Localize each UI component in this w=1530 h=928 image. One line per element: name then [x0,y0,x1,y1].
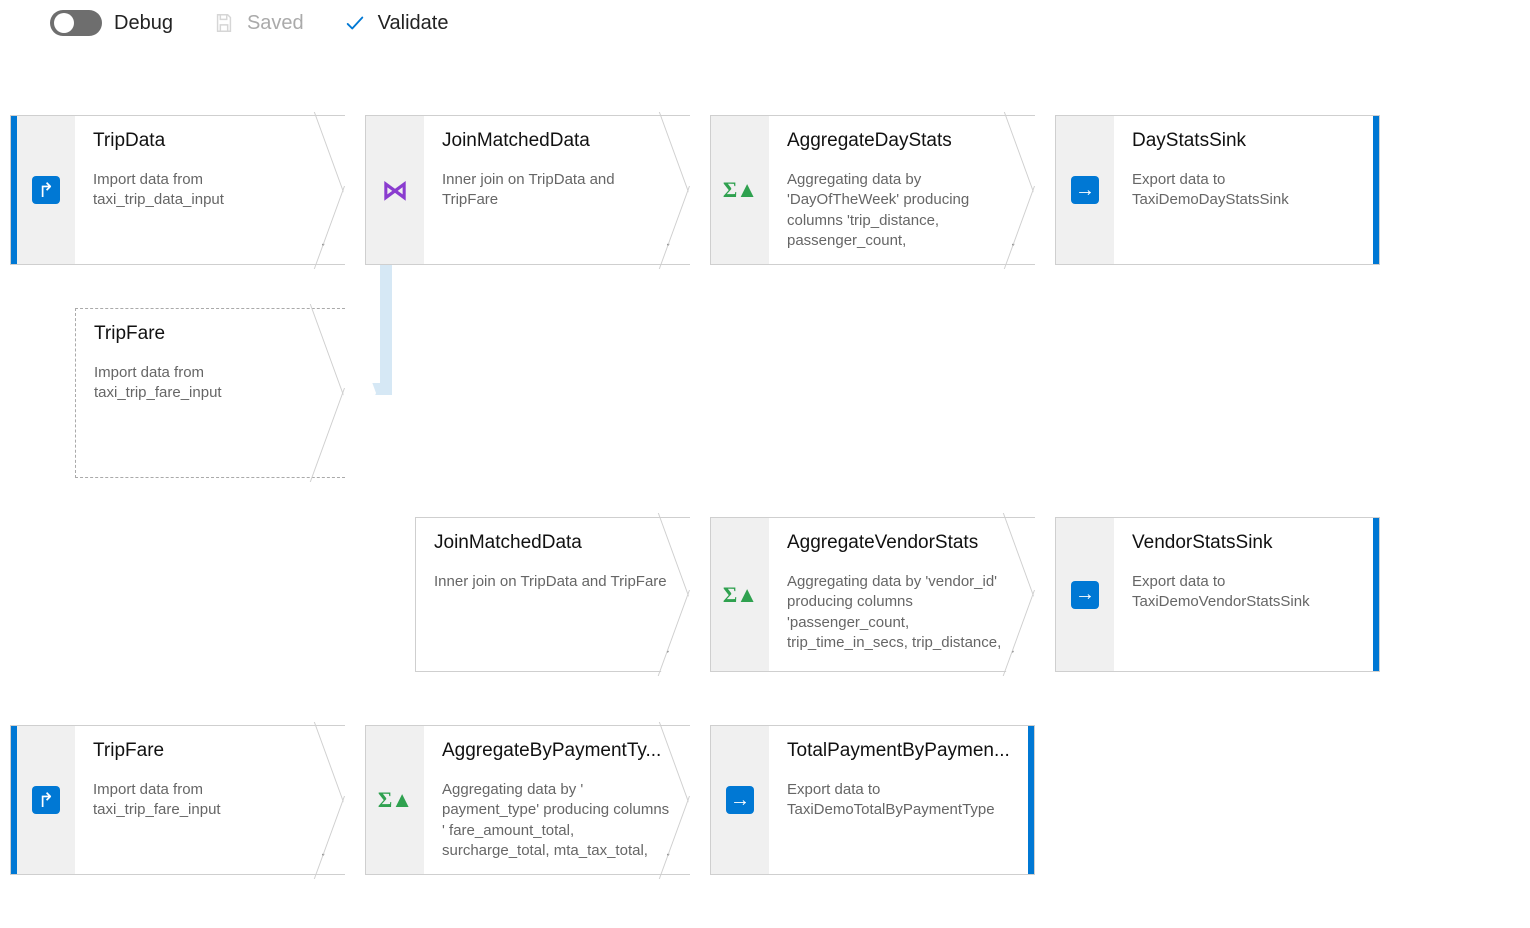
debug-toggle[interactable]: Debug [50,10,173,36]
validate-label: Validate [378,12,449,35]
add-transform-button[interactable]: + [666,232,679,258]
add-transform-button[interactable]: + [321,232,334,258]
sink-icon [1056,116,1114,264]
validate-button[interactable]: Validate [344,12,449,35]
node-title: TotalPaymentByPaymen... [787,740,1010,762]
node-title: AggregateByPaymentTy... [442,740,671,762]
add-transform-button[interactable]: + [1011,232,1024,258]
aggregate-icon: Σ▲ [366,726,424,874]
node-aggpayment[interactable]: Σ▲ AggregateByPaymentTy... Aggregating d… [365,725,690,875]
node-paymentsink[interactable]: TotalPaymentByPaymen... Export data to T… [710,725,1035,875]
join-icon: ⋈ [366,116,424,264]
node-daysink[interactable]: DayStatsSink Export data to TaxiDemoDayS… [1055,115,1380,265]
check-icon [344,12,366,34]
sink-icon [711,726,769,874]
toggle-icon [50,10,102,36]
node-desc: Import data from taxi_trip_fare_input [93,780,326,821]
node-title: DayStatsSink [1132,130,1355,152]
debug-label: Debug [114,12,173,35]
node-title: JoinMatchedData [442,130,671,152]
node-desc: Aggregating data by 'DayOfTheWeek' produ… [787,170,1016,251]
add-transform-button[interactable]: + [666,639,679,665]
saved-status: Saved [213,12,304,35]
node-join2[interactable]: JoinMatchedData Inner join on TripData a… [415,517,690,672]
sink-icon [1056,518,1114,671]
node-title: AggregateDayStats [787,130,1016,152]
node-title: TripFare [94,323,326,345]
node-desc: Inner join on TripData and TripFare [442,170,671,211]
node-title: TripFare [93,740,326,762]
node-desc: Import data from taxi_trip_data_input [93,170,326,211]
saved-label: Saved [247,12,304,35]
aggregate-icon: Σ▲ [711,518,769,671]
edge [340,383,392,395]
node-tripdata[interactable]: TripData Import data from taxi_trip_data… [10,115,345,265]
node-desc: Aggregating data by ' payment_type' prod… [442,780,671,861]
node-tripfare[interactable]: TripFare Import data from taxi_trip_fare… [10,725,345,875]
node-title: TripData [93,130,326,152]
node-desc: Export data to TaxiDemoDayStatsSink [1132,170,1355,211]
node-title: AggregateVendorStats [787,532,1016,554]
source-icon [17,116,75,264]
node-desc: Aggregating data by 'vendor_id' producin… [787,572,1016,653]
node-join1[interactable]: ⋈ JoinMatchedData Inner join on TripData… [365,115,690,265]
node-tripfare-ref[interactable]: TripFare Import data from taxi_trip_fare… [75,308,345,478]
aggregate-icon: Σ▲ [711,116,769,264]
add-transform-button[interactable]: + [321,842,334,868]
add-transform-button[interactable]: + [666,842,679,868]
node-title: JoinMatchedData [434,532,671,554]
node-desc: Export data to TaxiDemoVendorStatsSink [1132,572,1355,613]
node-desc: Inner join on TripData and TripFare [434,572,671,592]
node-title: VendorStatsSink [1132,532,1355,554]
add-transform-button[interactable]: + [1011,639,1024,665]
source-icon [17,726,75,874]
save-icon [213,12,235,34]
node-desc: Import data from taxi_trip_fare_input [94,363,326,404]
toolbar: Debug Saved Validate [0,0,1530,50]
node-desc: Export data to TaxiDemoTotalByPaymentTyp… [787,780,1010,821]
node-vendorsink[interactable]: VendorStatsSink Export data to TaxiDemoV… [1055,517,1380,672]
node-aggvendor[interactable]: Σ▲ AggregateVendorStats Aggregating data… [710,517,1035,672]
node-aggday[interactable]: Σ▲ AggregateDayStats Aggregating data by… [710,115,1035,265]
